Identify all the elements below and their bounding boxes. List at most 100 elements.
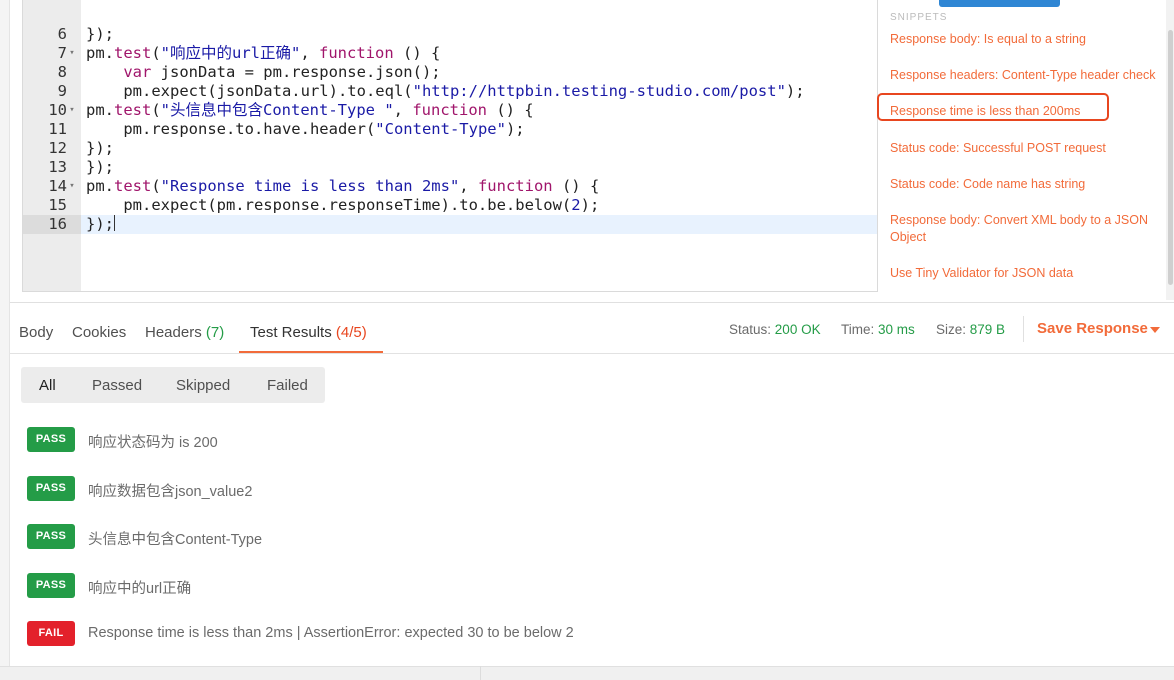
code-token: "Content-Type" <box>375 120 506 138</box>
code-token: , <box>393 101 413 119</box>
code-text: pm.response.to.have.header("Content-Type… <box>86 120 525 139</box>
save-response-button[interactable]: Save Response <box>1037 320 1148 337</box>
snippets-header: SNIPPETS <box>890 12 948 23</box>
code-text: pm.test("响应中的url正确", function () { <box>86 44 440 63</box>
filter-all[interactable]: All <box>39 377 56 394</box>
code-token: function <box>319 44 394 62</box>
time-label: Time: <box>841 322 875 337</box>
code-token: "响应中的url正确" <box>160 44 301 62</box>
tab-test-results[interactable]: Test Results (4/5) <box>250 324 367 341</box>
code-text: }); <box>86 158 114 177</box>
tabs-border <box>10 353 1174 354</box>
code-token: pm.expect(pm.response.responseTime).to.b… <box>86 196 572 214</box>
left-window-strip <box>0 0 10 680</box>
code-line[interactable]: 8 var jsonData = pm.response.json(); <box>23 63 877 82</box>
snippet-body-equal-string[interactable]: Response body: Is equal to a string <box>890 31 1160 48</box>
code-text: pm.test("头信息中包含Content-Type ", function … <box>86 101 534 120</box>
result-text: 头信息中包含Content-Type <box>88 532 263 548</box>
code-token: test <box>114 44 152 62</box>
test-script-editor[interactable]: 6}); 7 ▾ pm.test("响应中的url正确", function () {… <box>22 0 878 292</box>
code-token: () { <box>486 101 534 119</box>
tab-cookies-label: Cookies <box>72 324 127 341</box>
code-token: , <box>300 44 320 62</box>
code-token: ( <box>151 44 161 62</box>
code-text: }); <box>86 215 115 234</box>
code-line[interactable]: 10 ▾ pm.test("头信息中包含Content-Type ", functi… <box>23 101 877 120</box>
tab-test-results-label: Test Results <box>250 324 332 341</box>
pass-badge: PASS <box>27 524 75 549</box>
code-line[interactable]: 14 ▾ pm.test("Response time is less than 2… <box>23 177 877 196</box>
code-text: }); <box>86 25 114 44</box>
fold-arrow-icon[interactable]: ▾ <box>67 44 77 63</box>
fold-arrow-icon[interactable]: ▾ <box>67 177 77 196</box>
result-text: 响应数据包含json_value2 <box>88 484 253 500</box>
snippet-status-successful-post[interactable]: Status code: Successful POST request <box>890 140 1160 157</box>
code-token: }); <box>86 139 114 157</box>
status-bar-separator <box>480 666 481 680</box>
code-token: "Response time is less than 2ms" <box>160 177 460 195</box>
pane-divider[interactable] <box>10 302 1174 303</box>
filter-failed[interactable]: Failed <box>267 377 308 394</box>
tab-cookies[interactable]: Cookies <box>72 324 126 341</box>
status-bar <box>0 666 1174 680</box>
time-value: 30 ms <box>878 322 915 337</box>
code-line[interactable]: 15 pm.expect(pm.response.responseTime).t… <box>23 196 877 215</box>
code-line[interactable]: 6}); <box>23 25 877 44</box>
test-results-count: (4/5) <box>335 324 367 341</box>
code-line[interactable]: 12}); <box>23 139 877 158</box>
code-line[interactable]: 11 pm.response.to.have.header("Content-T… <box>23 120 877 139</box>
size-value: 879 B <box>969 322 1006 337</box>
code-token: pm.response.to.have.header( <box>86 120 376 138</box>
line-number: 6 <box>57 25 67 43</box>
code-token: ); <box>785 82 805 100</box>
code-text: }); <box>86 139 114 158</box>
code-token: ( <box>151 101 161 119</box>
code-token: "http://httpbin.testing-studio.com/post" <box>412 82 786 100</box>
status-label: Status: <box>729 322 772 337</box>
code-token: pm.expect(jsonData.url).to.eql( <box>86 82 413 100</box>
line-number: 8 <box>57 63 67 81</box>
filter-passed[interactable]: Passed <box>92 377 142 394</box>
code-token: test <box>114 177 152 195</box>
code-text: pm.expect(jsonData.url).to.eql("http://h… <box>86 82 805 101</box>
tab-body[interactable]: Body <box>19 324 53 341</box>
status-meta: Status: 200 OK <box>729 322 821 337</box>
filter-skipped[interactable]: Skipped <box>176 377 230 394</box>
code-line[interactable]: 9 pm.expect(jsonData.url).to.eql("http:/… <box>23 82 877 101</box>
line-number: 12 <box>48 139 67 157</box>
code-token: test <box>114 101 152 119</box>
text-cursor <box>114 215 115 231</box>
code-line[interactable]: 16}); <box>23 215 877 234</box>
code-token: var <box>123 63 152 81</box>
snippets-scrollbar-thumb[interactable] <box>1168 30 1173 285</box>
time-meta: Time: 30 ms <box>841 322 915 337</box>
code-text: pm.expect(pm.response.responseTime).to.b… <box>86 196 599 215</box>
snippet-status-code-name[interactable]: Status code: Code name has string <box>890 176 1160 193</box>
code-token: ); <box>580 196 600 214</box>
result-text: 响应中的url正确 <box>88 581 192 597</box>
headers-count: (7) <box>205 324 225 341</box>
code-token: () { <box>552 177 600 195</box>
fail-badge: FAIL <box>27 621 75 646</box>
snippet-tiny-validator[interactable]: Use Tiny Validator for JSON data <box>890 265 1160 282</box>
code-line[interactable]: 7 ▾ pm.test("响应中的url正确", function () { <box>23 44 877 63</box>
snippet-content-type-check[interactable]: Response headers: Content-Type header ch… <box>890 67 1160 84</box>
tab-headers[interactable]: Headers (7) <box>145 324 224 341</box>
code-token: pm. <box>86 101 114 119</box>
fold-arrow-icon[interactable]: ▾ <box>67 101 77 120</box>
pass-badge: PASS <box>27 573 75 598</box>
size-label: Size: <box>936 322 967 337</box>
chevron-down-icon[interactable] <box>1150 327 1160 333</box>
code-token: () { <box>393 44 441 62</box>
code-token: function <box>477 177 553 195</box>
code-token: 2 <box>571 196 581 214</box>
line-number: 11 <box>48 120 67 138</box>
snippet-xml-to-json[interactable]: Response body: Convert XML body to a JSO… <box>890 212 1152 246</box>
code-line[interactable]: 13}); <box>23 158 877 177</box>
pass-badge: PASS <box>27 476 75 501</box>
code-token: jsonData = pm.response.json(); <box>151 63 441 81</box>
code-token: ); <box>505 120 525 138</box>
line-number: 9 <box>57 82 67 100</box>
send-button-edge[interactable] <box>939 0 1060 7</box>
